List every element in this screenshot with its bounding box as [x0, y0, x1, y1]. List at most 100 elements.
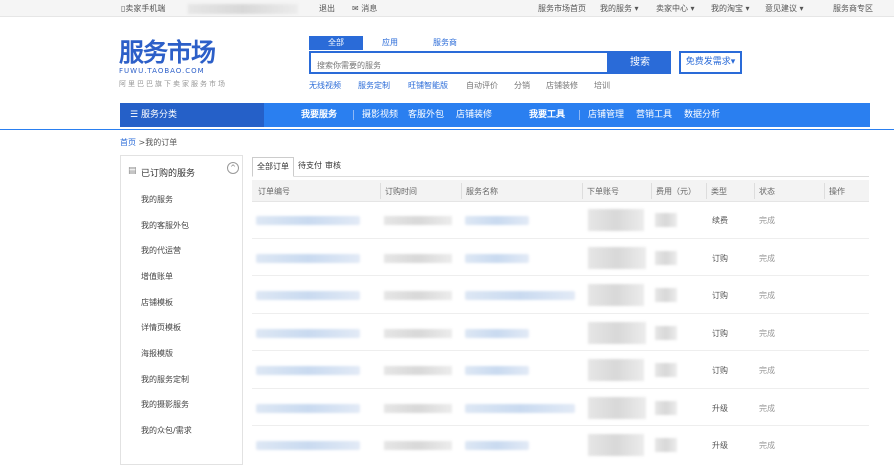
col-status: 状态 [759, 187, 775, 196]
nav-item-cs-outsource[interactable]: 客服外包 [408, 103, 444, 127]
order-no-blurred[interactable] [256, 404, 360, 413]
order-no-blurred[interactable] [256, 441, 360, 450]
service-name-blurred[interactable] [465, 291, 575, 300]
sidebar-item-cs-outsource[interactable]: 我的客服外包 [141, 220, 189, 231]
order-status: 完成 [759, 366, 775, 375]
account-blurred [588, 322, 646, 344]
mobile-label: 卖家手机端 [125, 4, 166, 13]
nav-item-shop-decoration[interactable]: 店铺装修 [456, 103, 492, 127]
hot-link-video[interactable]: 无线视频 [309, 80, 341, 91]
sidebar-item-shop-template[interactable]: 店铺模板 [141, 297, 173, 308]
account-blurred [588, 247, 646, 269]
fee-blurred [655, 251, 677, 265]
username-blurred [188, 4, 298, 14]
nav-group-service-title[interactable]: 我要服务 [301, 103, 337, 127]
order-no-blurred[interactable] [256, 291, 360, 300]
nav-item-data-analysis[interactable]: 数据分析 [684, 103, 720, 127]
top-link-home[interactable]: 服务市场首页 [538, 4, 586, 13]
sidebar-item-crowdsource[interactable]: 我的众包/需求 [141, 425, 192, 436]
col-service-name: 服务名称 [466, 187, 498, 196]
order-type: 升级 [712, 404, 728, 413]
row-divider [252, 388, 869, 389]
free-request-button[interactable]: 免费发需求▾ [679, 51, 742, 74]
row-divider [252, 425, 869, 426]
top-link-provider[interactable]: 服务商专区 [833, 4, 873, 13]
top-link-feedback[interactable]: 意见建议 ▾ [765, 4, 804, 13]
row-divider [252, 238, 869, 239]
service-name-blurred[interactable] [465, 216, 529, 225]
service-name-blurred[interactable] [465, 366, 529, 375]
order-no-blurred[interactable] [256, 366, 360, 375]
order-no-blurred[interactable] [256, 254, 360, 263]
order-time-blurred [384, 441, 452, 450]
hot-link-custom[interactable]: 服务定制 [358, 80, 390, 91]
search-tab-provider[interactable]: 服务商 [425, 36, 465, 50]
col-fee: 费用（元） [656, 187, 696, 196]
breadcrumb-home[interactable]: 首页 [120, 138, 136, 147]
nav-item-photo-video[interactable]: 摄影视频 [362, 103, 398, 127]
order-time-blurred [384, 291, 452, 300]
order-status: 完成 [759, 216, 775, 225]
sidebar-item-my-service[interactable]: 我的服务 [141, 194, 173, 205]
hot-link-decoration[interactable]: 店铺装修 [546, 80, 578, 91]
row-divider [252, 313, 869, 314]
account-blurred [588, 397, 646, 419]
tab-review[interactable]: 审核 [325, 157, 341, 177]
hot-link-auto-review[interactable]: 自动评价 [466, 80, 498, 91]
service-name-blurred[interactable] [465, 329, 529, 338]
logo-slogan: 阿里巴巴旗下卖家服务市场 [119, 80, 227, 88]
order-tabs [252, 155, 869, 177]
account-blurred [588, 359, 644, 381]
order-type: 订购 [712, 366, 728, 375]
row-divider [252, 275, 869, 276]
mobile-link[interactable]: ▯卖家手机端 [121, 4, 165, 13]
order-time-blurred [384, 216, 452, 225]
sidebar-item-photo-service[interactable]: 我的摄影服务 [141, 399, 189, 410]
search-tab-app[interactable]: 应用 [370, 36, 410, 50]
top-link-seller-center[interactable]: 卖家中心 ▾ [656, 4, 695, 13]
col-divider [380, 183, 381, 199]
account-blurred [588, 434, 644, 456]
collapse-icon[interactable]: ^ [227, 162, 239, 174]
order-status: 完成 [759, 441, 775, 450]
search-tab-all[interactable]: 全部 [309, 36, 363, 50]
sidebar-item-bills[interactable]: 增值账单 [141, 271, 173, 282]
col-action: 操作 [829, 187, 845, 196]
chevron-down-icon: ▾ [730, 57, 736, 67]
message-link[interactable]: ✉ 消息 [352, 4, 377, 13]
account-blurred [588, 284, 644, 306]
order-time-blurred [384, 404, 452, 413]
site-logo[interactable]: 服务市场 [119, 40, 216, 65]
top-link-my-taobao[interactable]: 我的淘宝 ▾ [711, 4, 750, 13]
chevron-down-icon: ▾ [799, 4, 804, 13]
top-link-my-service[interactable]: 我的服务 ▾ [600, 4, 639, 13]
col-divider [706, 183, 707, 199]
service-name-blurred[interactable] [465, 404, 575, 413]
sidebar-item-detail-template[interactable]: 详情页模板 [141, 322, 181, 333]
tab-all-orders[interactable]: 全部订单 [252, 157, 294, 177]
nav-item-shop-manage[interactable]: 店铺管理 [588, 103, 624, 127]
hot-link-distribution[interactable]: 分销 [514, 80, 530, 91]
sidebar-item-service-custom[interactable]: 我的服务定制 [141, 374, 189, 385]
logout-link[interactable]: 退出 [319, 4, 335, 13]
hot-link-training[interactable]: 培训 [594, 80, 610, 91]
fee-blurred [655, 288, 677, 302]
tab-pending-payment[interactable]: 待支付 [298, 157, 322, 177]
nav-underline [0, 129, 894, 130]
chevron-down-icon: ▾ [634, 4, 639, 13]
order-no-blurred[interactable] [256, 329, 360, 338]
order-no-blurred[interactable] [256, 216, 360, 225]
hot-link-smart-shop[interactable]: 旺铺智能版 [408, 80, 448, 91]
service-name-blurred[interactable] [465, 254, 529, 263]
search-button[interactable]: 搜索 [609, 51, 671, 74]
nav-divider [353, 110, 354, 120]
nav-group-tools-title[interactable]: 我要工具 [529, 103, 565, 127]
sidebar-item-operation[interactable]: 我的代运营 [141, 245, 181, 256]
search-input[interactable] [311, 56, 607, 75]
order-type: 订购 [712, 254, 728, 263]
service-name-blurred[interactable] [465, 441, 529, 450]
sidebar-item-poster-template[interactable]: 海报模版 [141, 348, 173, 359]
nav-item-marketing[interactable]: 营销工具 [636, 103, 672, 127]
top-link-feedback-label: 意见建议 [765, 4, 797, 13]
category-menu-button[interactable]: ☰ 服务分类 [120, 103, 264, 127]
